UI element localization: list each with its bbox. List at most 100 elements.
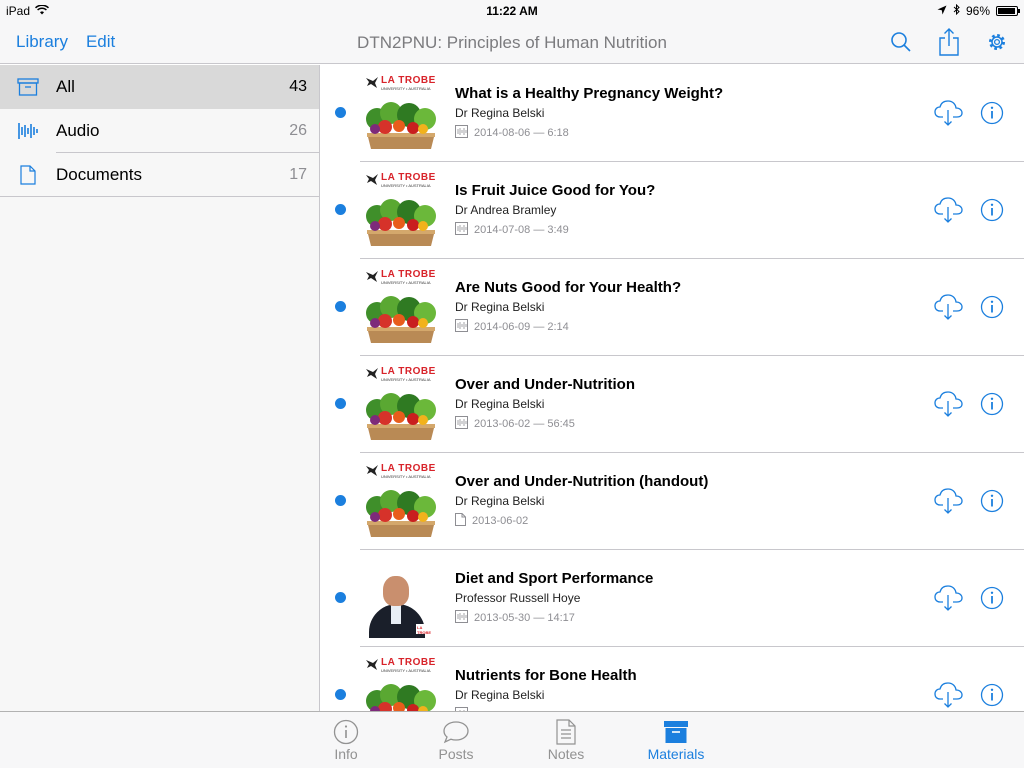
info-button[interactable]	[980, 392, 1004, 421]
battery-percent: 96%	[965, 4, 990, 18]
item-title: Over and Under-Nutrition	[455, 376, 636, 393]
location-icon	[937, 4, 947, 18]
audio-waveform-icon	[0, 121, 56, 141]
unread-indicator	[335, 689, 346, 700]
download-button[interactable]	[934, 293, 964, 326]
podcast-thumbnail: LA TROBE UNIVERSITY • AUSTRALIA	[361, 364, 441, 444]
tab-materials[interactable]: Materials	[636, 718, 716, 762]
item-title: Diet and Sport Performance	[455, 570, 654, 587]
item-meta: 2014-06-09 — 2:14	[455, 319, 569, 335]
info-button[interactable]	[980, 101, 1004, 130]
settings-button[interactable]	[984, 28, 1010, 56]
list-item[interactable]: LA TROBE UNIVERSITY • AUSTRALIA Are Nuts G…	[335, 259, 1024, 356]
download-button[interactable]	[934, 681, 964, 711]
info-icon	[980, 101, 1004, 129]
info-button[interactable]	[980, 683, 1004, 711]
tab-posts[interactable]: Posts	[416, 718, 496, 762]
sidebar-item-count: 26	[289, 122, 307, 139]
sidebar-item-audio[interactable]: Audio 26	[0, 109, 319, 153]
document-icon	[455, 513, 466, 529]
list-item[interactable]: LA TROBE UNIVERSITY • AUSTRALIA What is a …	[335, 65, 1024, 162]
document-icon	[0, 165, 56, 185]
info-button[interactable]	[980, 295, 1004, 324]
sidebar-item-label: Audio	[56, 121, 100, 140]
sidebar-item-count: 43	[289, 78, 307, 95]
item-author: Dr Regina Belski	[455, 494, 545, 508]
page-title: DTN2PNU: Principles of Human Nutrition	[357, 33, 667, 52]
la-trobe-logo: LA TROBE UNIVERSITY • AUSTRALIA	[365, 463, 437, 479]
item-author: Dr Regina Belski	[455, 688, 545, 702]
cloud-download-icon	[934, 100, 964, 131]
download-button[interactable]	[934, 99, 964, 132]
download-button[interactable]	[934, 487, 964, 520]
download-button[interactable]	[934, 584, 964, 617]
item-meta: 2014-07-08 — 3:49	[455, 222, 569, 238]
item-date-duration: 2014-08-06 — 6:18	[474, 127, 569, 139]
tab-label: Notes	[547, 746, 585, 762]
info-button[interactable]	[980, 586, 1004, 615]
item-author: Dr Regina Belski	[455, 106, 545, 120]
sidebar-item-all[interactable]: All 43	[0, 65, 319, 109]
cloud-download-icon	[934, 682, 964, 711]
item-author: Dr Andrea Bramley	[455, 203, 557, 217]
item-author: Professor Russell Hoye	[455, 591, 581, 605]
list-item[interactable]: LA TROBE UNIVERSITY • AUSTRALIA Is Fruit J…	[335, 162, 1024, 259]
item-title: Over and Under-Nutrition (handout)	[455, 473, 709, 490]
item-date-duration: 2014-07-08 — 3:49	[474, 224, 569, 236]
sidebar-item-label: All	[56, 77, 75, 96]
materials-list[interactable]: LA TROBE UNIVERSITY • AUSTRALIA What is a …	[321, 65, 1024, 711]
podcast-thumbnail: LA TROBE UNIVERSITY • AUSTRALIA	[361, 267, 441, 347]
info-icon	[980, 198, 1004, 226]
list-item[interactable]: LA TROBE UNIVERSITY • AUSTRALIA Nutrients …	[335, 647, 1024, 711]
item-title: What is a Healthy Pregnancy Weight?	[455, 85, 724, 102]
archive-box-icon	[663, 718, 689, 746]
audio-waveform-icon	[455, 125, 468, 141]
audio-waveform-icon	[455, 416, 468, 432]
speech-bubble-icon	[442, 718, 470, 746]
item-meta: 2013-05-30 — 14:17	[455, 610, 575, 626]
info-icon	[333, 718, 359, 746]
sidebar-item-label: Documents	[56, 165, 142, 184]
tab-info[interactable]: Info	[306, 718, 386, 762]
share-button[interactable]	[936, 28, 962, 56]
sidebar-item-documents[interactable]: Documents 17	[0, 153, 319, 197]
unread-indicator	[335, 398, 346, 409]
la-trobe-logo: LA TROBE UNIVERSITY • AUSTRALIA	[365, 269, 437, 285]
item-title: Are Nuts Good for Your Health?	[455, 279, 682, 296]
info-icon	[980, 392, 1004, 420]
search-button[interactable]	[888, 28, 914, 56]
la-trobe-logo: LA TROBE UNIVERSITY • AUSTRALIA	[365, 75, 437, 91]
podcast-thumbnail: Sport Unpacked with Russ Hoye LA TROBE	[361, 558, 441, 638]
sidebar: All 43 Audio 26 Documents 17	[0, 65, 320, 711]
cloud-download-icon	[934, 488, 964, 519]
vegetable-crate-image	[366, 490, 436, 537]
la-trobe-logo: LA TROBE UNIVERSITY • AUSTRALIA	[365, 657, 437, 673]
unread-indicator	[335, 107, 346, 118]
sidebar-item-count: 17	[289, 166, 307, 183]
podcast-thumbnail: LA TROBE UNIVERSITY • AUSTRALIA	[361, 73, 441, 153]
cloud-download-icon	[934, 391, 964, 422]
archive-box-icon	[0, 78, 56, 96]
tab-label: Posts	[438, 746, 474, 762]
vegetable-crate-image	[366, 393, 436, 440]
tab-label: Info	[334, 746, 358, 762]
info-button[interactable]	[980, 489, 1004, 518]
audio-waveform-icon	[455, 222, 468, 238]
tab-notes[interactable]: Notes	[526, 718, 606, 762]
list-item[interactable]: LA TROBE UNIVERSITY • AUSTRALIA Over and U…	[335, 453, 1024, 550]
download-button[interactable]	[934, 390, 964, 423]
cloud-download-icon	[934, 585, 964, 616]
search-icon	[888, 28, 914, 56]
status-bar: iPad 11:22 AM 96%	[0, 0, 1024, 22]
info-button[interactable]	[980, 198, 1004, 227]
divider	[0, 196, 319, 197]
download-button[interactable]	[934, 196, 964, 229]
unread-indicator	[335, 301, 346, 312]
la-trobe-logo: LA TROBE UNIVERSITY • AUSTRALIA	[365, 366, 437, 382]
item-date-duration: 2013-06-02 — 56:45	[474, 418, 575, 430]
vegetable-crate-image	[366, 102, 436, 149]
item-meta: 2013-06-02	[455, 513, 528, 529]
list-item[interactable]: Sport Unpacked with Russ Hoye LA TROBE Diet a…	[335, 550, 1024, 647]
list-item[interactable]: LA TROBE UNIVERSITY • AUSTRALIA Over and U…	[335, 356, 1024, 453]
unread-indicator	[335, 495, 346, 506]
